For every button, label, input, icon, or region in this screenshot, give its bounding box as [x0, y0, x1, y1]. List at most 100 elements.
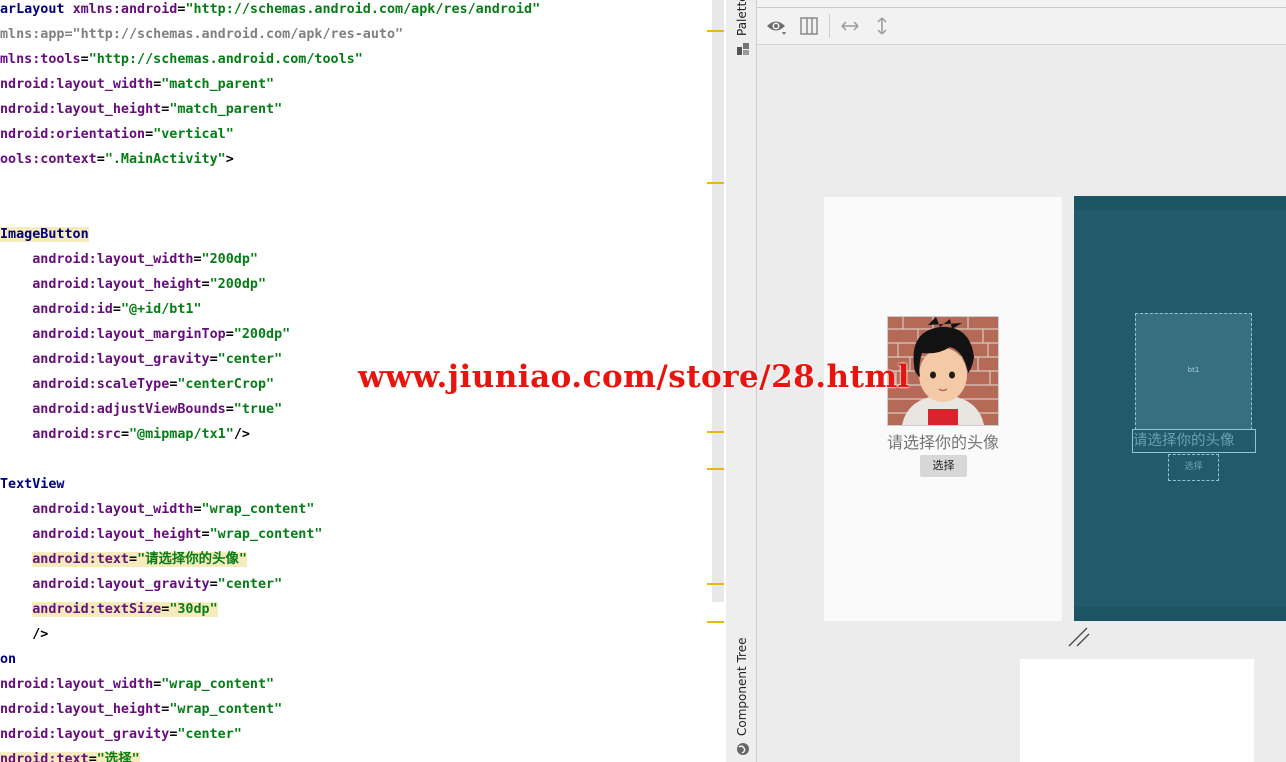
- design-preview-screen[interactable]: 请选择你的头像 选择: [824, 197, 1062, 621]
- code-line[interactable]: ndroid:text="选择": [0, 747, 140, 762]
- code-line[interactable]: ImageButton: [0, 222, 89, 247]
- code-token: xmlns:android: [72, 2, 178, 17]
- component-tree-panel: [1020, 659, 1254, 762]
- blueprint-image-button[interactable]: bt1: [1135, 313, 1252, 430]
- palette-icon: [737, 43, 749, 55]
- code-line[interactable]: android:layout_height="wrap_content": [0, 522, 322, 547]
- error-stripe-marker[interactable]: [707, 30, 724, 32]
- code-token: "true": [233, 402, 283, 417]
- toolbar-separator: [829, 14, 830, 38]
- horizontal-resize-icon[interactable]: [839, 15, 861, 37]
- code-token: ndroid:text: [0, 752, 89, 762]
- code-token: android:layout_marginTop: [0, 327, 226, 342]
- error-stripe-marker[interactable]: [707, 468, 724, 470]
- code-line[interactable]: android:id="@+id/bt1": [0, 297, 202, 322]
- code-token: "vertical": [153, 127, 234, 142]
- blueprint-prompt-text[interactable]: 请选择你的头像: [1132, 429, 1256, 453]
- blueprint-nav-bar: [1074, 607, 1286, 621]
- code-line[interactable]: android:src="@mipmap/tx1"/>: [0, 422, 250, 447]
- code-line[interactable]: android:text="请选择你的头像": [0, 547, 247, 572]
- error-stripe-marker[interactable]: [707, 431, 724, 433]
- code-token: "wrap_content": [161, 677, 275, 692]
- code-token: android:textSize: [32, 602, 162, 617]
- code-token: arLayout: [0, 2, 73, 17]
- code-token: >: [225, 152, 234, 167]
- code-line[interactable]: ndroid:orientation="vertical": [0, 122, 234, 147]
- code-line[interactable]: mlns:app="http://schemas.android.com/apk…: [0, 22, 403, 47]
- code-token: android:layout_gravity: [0, 352, 210, 367]
- blueprint-view[interactable]: bt1 请选择你的头像 选择: [1074, 196, 1286, 621]
- code-token: ndroid:layout_height: [0, 102, 162, 117]
- palette-tab[interactable]: Palette: [726, 0, 756, 60]
- code-token: on: [0, 652, 17, 667]
- blueprint-status-bar: [1074, 196, 1286, 210]
- code-line[interactable]: android:layout_gravity="center": [0, 572, 282, 597]
- code-token: ndroid:layout_gravity: [0, 727, 170, 742]
- code-token: ndroid:layout_width: [0, 77, 154, 92]
- code-token: ndroid:orientation: [0, 127, 146, 142]
- code-token: android:layout_width: [0, 252, 194, 267]
- watermark-text: www.jiuniao.com/store/28.html: [358, 359, 910, 395]
- blueprint-select-button[interactable]: 选择: [1168, 454, 1219, 481]
- preview-select-button[interactable]: 选择: [920, 455, 967, 477]
- code-line[interactable]: android:layout_gravity="center": [0, 347, 282, 372]
- code-token: android:src: [0, 427, 121, 442]
- error-stripe-marker[interactable]: [707, 621, 724, 623]
- error-stripe-marker[interactable]: [707, 583, 724, 585]
- code-line[interactable]: android:adjustViewBounds="true": [0, 397, 282, 422]
- code-line[interactable]: mlns:tools="http://schemas.android.com/t…: [0, 47, 363, 72]
- code-line[interactable]: android:layout_marginTop="200dp": [0, 322, 290, 347]
- editor-scrollbar[interactable]: [712, 0, 724, 602]
- code-token: "match_parent": [161, 77, 275, 92]
- code-line[interactable]: ndroid:layout_height="match_parent": [0, 97, 282, 122]
- code-line[interactable]: android:layout_width="wrap_content": [0, 497, 314, 522]
- code-token: "match_parent": [169, 102, 283, 117]
- eye-icon[interactable]: [765, 15, 787, 37]
- code-line[interactable]: ndroid:layout_width="match_parent": [0, 72, 274, 97]
- code-line[interactable]: TextView: [0, 472, 65, 497]
- code-token: "@mipmap/tx1": [129, 427, 234, 442]
- code-token: android:scaleType: [0, 377, 170, 392]
- design-toolbar: [757, 8, 1286, 45]
- code-token: =: [112, 302, 121, 317]
- columns-icon[interactable]: [798, 15, 820, 37]
- code-token: android:id: [0, 302, 113, 317]
- resize-handle-icon[interactable]: [1067, 626, 1093, 648]
- code-token: =: [96, 152, 105, 167]
- code-line[interactable]: on: [0, 647, 16, 672]
- code-token: mlns:app="http://schemas.android.com/apk…: [0, 27, 404, 42]
- code-line[interactable]: android:scaleType="centerCrop": [0, 372, 274, 397]
- code-line[interactable]: ndroid:layout_gravity="center": [0, 722, 242, 747]
- code-token: "200dp": [201, 252, 258, 267]
- code-token: ImageButton: [0, 227, 89, 242]
- code-line[interactable]: android:layout_height="200dp": [0, 272, 266, 297]
- error-stripe-marker[interactable]: [707, 182, 724, 184]
- code-token: TextView: [0, 477, 65, 492]
- code-token: "@+id/bt1": [120, 302, 202, 317]
- component-tree-tab[interactable]: Component Tree: [726, 630, 756, 762]
- code-token: />: [233, 427, 250, 442]
- code-token: =: [201, 527, 210, 542]
- code-line[interactable]: android:textSize="30dp": [0, 597, 218, 622]
- code-line[interactable]: ools:context=".MainActivity">: [0, 147, 234, 172]
- code-token: "选择": [96, 752, 140, 762]
- code-token: "30dp": [169, 602, 218, 617]
- code-line[interactable]: ndroid:layout_width="wrap_content": [0, 672, 274, 697]
- code-token: "center": [217, 352, 283, 367]
- vertical-resize-icon[interactable]: [871, 15, 893, 37]
- code-line[interactable]: ndroid:layout_height="wrap_content": [0, 697, 282, 722]
- preview-prompt-text: 请选择你的头像: [886, 433, 999, 452]
- code-token: ndroid:layout_width: [0, 677, 154, 692]
- code-token: =: [209, 352, 218, 367]
- component-tree-tab-label: Component Tree: [735, 637, 749, 736]
- code-line[interactable]: arLayout xmlns:android="http://schemas.a…: [0, 0, 540, 22]
- code-token: =: [145, 127, 154, 142]
- code-line[interactable]: android:layout_width="200dp": [0, 247, 258, 272]
- code-line[interactable]: />: [0, 622, 48, 647]
- code-token: "wrap_content": [209, 527, 323, 542]
- code-token: android:text: [32, 552, 129, 567]
- code-token: =: [209, 577, 218, 592]
- code-token: =: [193, 252, 202, 267]
